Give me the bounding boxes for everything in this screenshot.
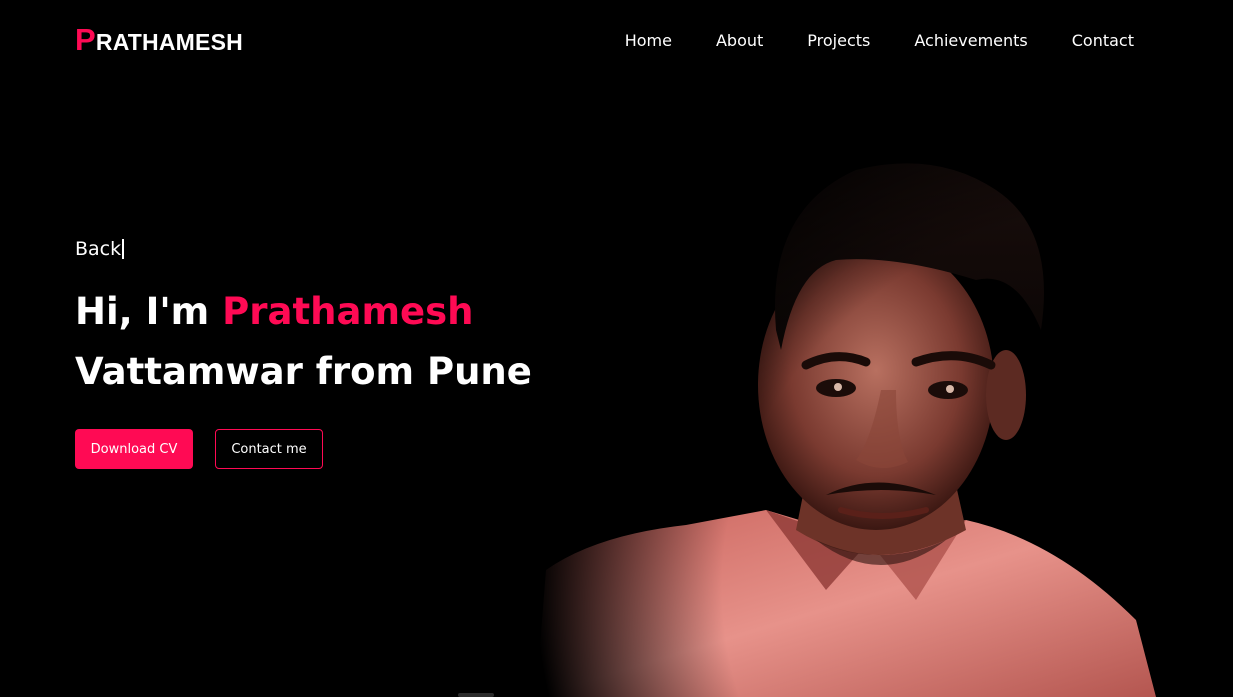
- portfolio-page: PRATHAMESH Home About Projects Achieveme…: [0, 0, 1233, 697]
- nav-link-achievements[interactable]: Achievements: [914, 31, 1027, 50]
- hero-section: Back Hi, I'm Prathamesh Vattamwar from P…: [75, 238, 532, 469]
- logo-text: RATHAMESH: [95, 29, 243, 55]
- profile-photo: [536, 150, 1156, 697]
- site-logo[interactable]: PRATHAMESH: [75, 22, 243, 58]
- contact-me-button[interactable]: Contact me: [215, 429, 323, 469]
- download-cv-button[interactable]: Download CV: [75, 429, 193, 469]
- headline-line2: Vattamwar from Pune: [75, 350, 532, 393]
- nav-link-about[interactable]: About: [716, 31, 763, 50]
- nav-link-contact[interactable]: Contact: [1072, 31, 1134, 50]
- navbar: PRATHAMESH Home About Projects Achieveme…: [0, 0, 1233, 82]
- nav-link-projects[interactable]: Projects: [807, 31, 870, 50]
- typing-caret: [122, 239, 125, 259]
- hero-headline: Hi, I'm Prathamesh Vattamwar from Pune: [75, 282, 532, 402]
- nav-links: Home About Projects Achievements Contact: [625, 31, 1134, 50]
- scroll-indicator[interactable]: [458, 693, 494, 697]
- typed-word: Back: [75, 238, 122, 260]
- nav-link-home[interactable]: Home: [625, 31, 672, 50]
- headline-name: Prathamesh: [222, 290, 474, 333]
- typed-text: Back: [75, 238, 532, 260]
- hero-buttons: Download CV Contact me: [75, 429, 532, 469]
- headline-prefix: Hi, I'm: [75, 290, 223, 333]
- logo-initial: P: [75, 22, 96, 57]
